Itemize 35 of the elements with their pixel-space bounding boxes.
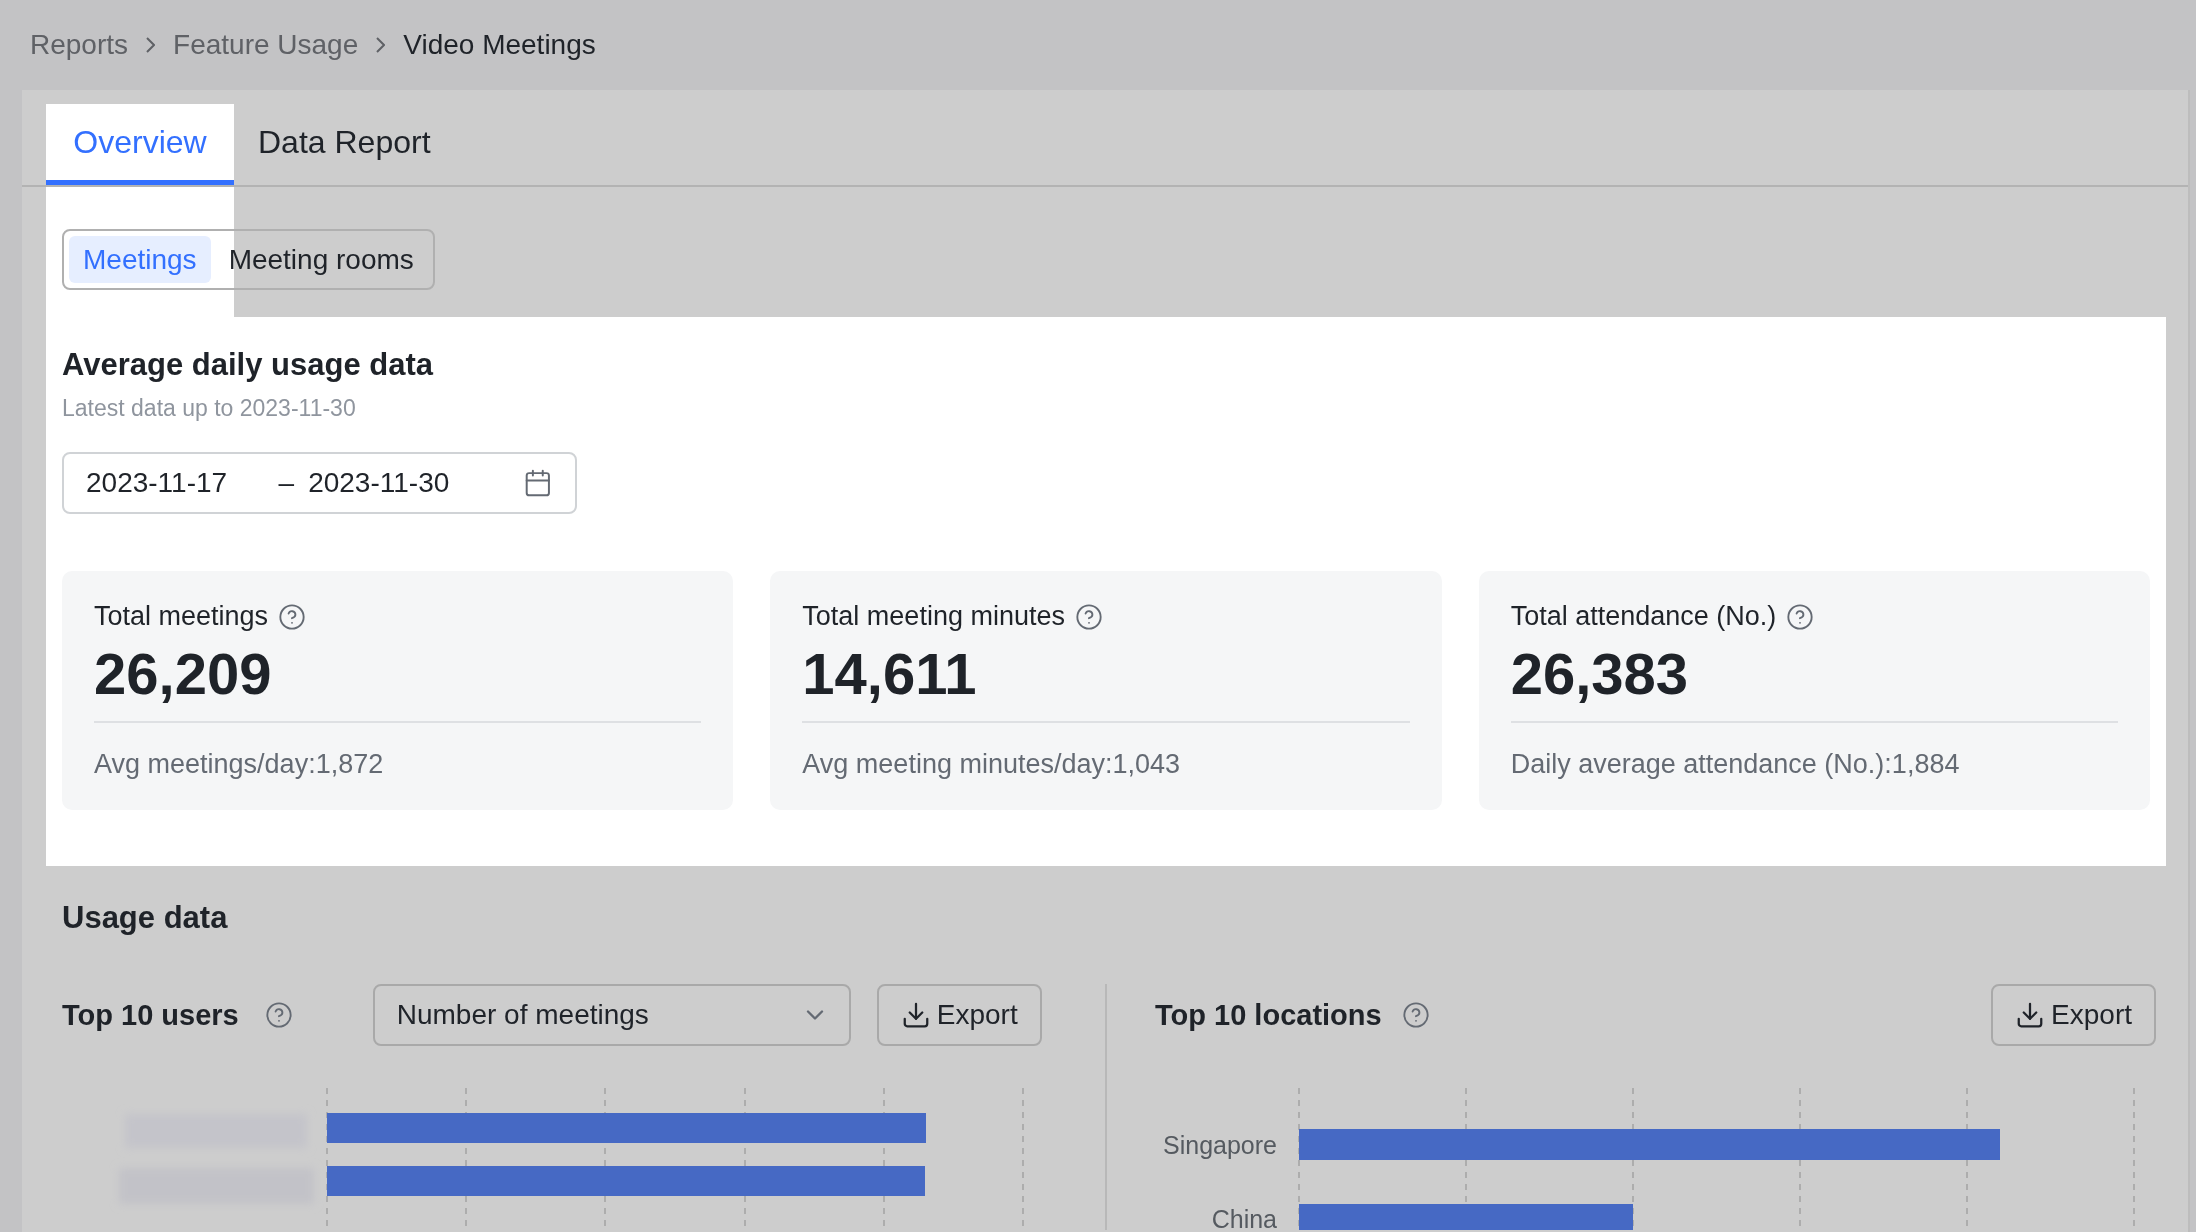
- chevron-right-icon: [376, 37, 386, 53]
- date-range-field[interactable]: 2023-11-17 – 2023-11-30: [62, 452, 577, 514]
- stat-average: Avg meeting minutes/day:1,043: [802, 749, 1182, 780]
- help-icon[interactable]: [1401, 1001, 1430, 1029]
- stat-label: Total meetings: [94, 601, 269, 632]
- help-icon[interactable]: [1074, 602, 1103, 631]
- axis-label: Singapore: [1163, 1131, 1277, 1159]
- tab[interactable]: Overview: [46, 104, 234, 185]
- section-title: Usage data: [62, 900, 229, 936]
- breadcrumb-item[interactable]: Reports: [30, 29, 129, 61]
- axis-label: China: [1211, 1205, 1277, 1230]
- metric-dropdown[interactable]: Number of meetings: [372, 984, 851, 1046]
- help-icon[interactable]: [278, 602, 307, 631]
- stat-average: Avg meetings/day:1,872: [94, 749, 385, 780]
- chart-title: Top 10 locations: [1155, 998, 1382, 1032]
- breadcrumb-item[interactable]: Feature Usage: [173, 29, 359, 61]
- segment[interactable]: Meeting rooms: [214, 236, 428, 283]
- help-icon[interactable]: [264, 1001, 293, 1029]
- export-button[interactable]: Export: [1991, 984, 2156, 1046]
- stat-label: Total attendance (No.): [1510, 601, 1777, 632]
- help-icon[interactable]: [1786, 602, 1815, 631]
- segment[interactable]: Meetings: [69, 236, 211, 283]
- section-subtitle: Latest data up to 2023-11-30: [62, 395, 357, 422]
- stat-value: 26,383: [1510, 640, 2118, 723]
- calendar-icon[interactable]: [523, 468, 553, 498]
- chevron-right-icon: [146, 37, 156, 53]
- stat-label: Total meeting minutes: [802, 601, 1065, 632]
- stat-average: Daily average attendance (No.):1,884: [1510, 749, 1961, 780]
- breadcrumb-item: Video Meetings: [403, 29, 596, 61]
- section-title: Average daily usage data: [62, 347, 435, 383]
- chart-title: Top 10 users: [62, 998, 239, 1032]
- export-button[interactable]: Export: [876, 984, 1042, 1046]
- tab[interactable]: Data Report: [234, 104, 455, 185]
- stat-value: 14,611: [802, 640, 1410, 723]
- stat-value: 26,209: [94, 640, 702, 723]
